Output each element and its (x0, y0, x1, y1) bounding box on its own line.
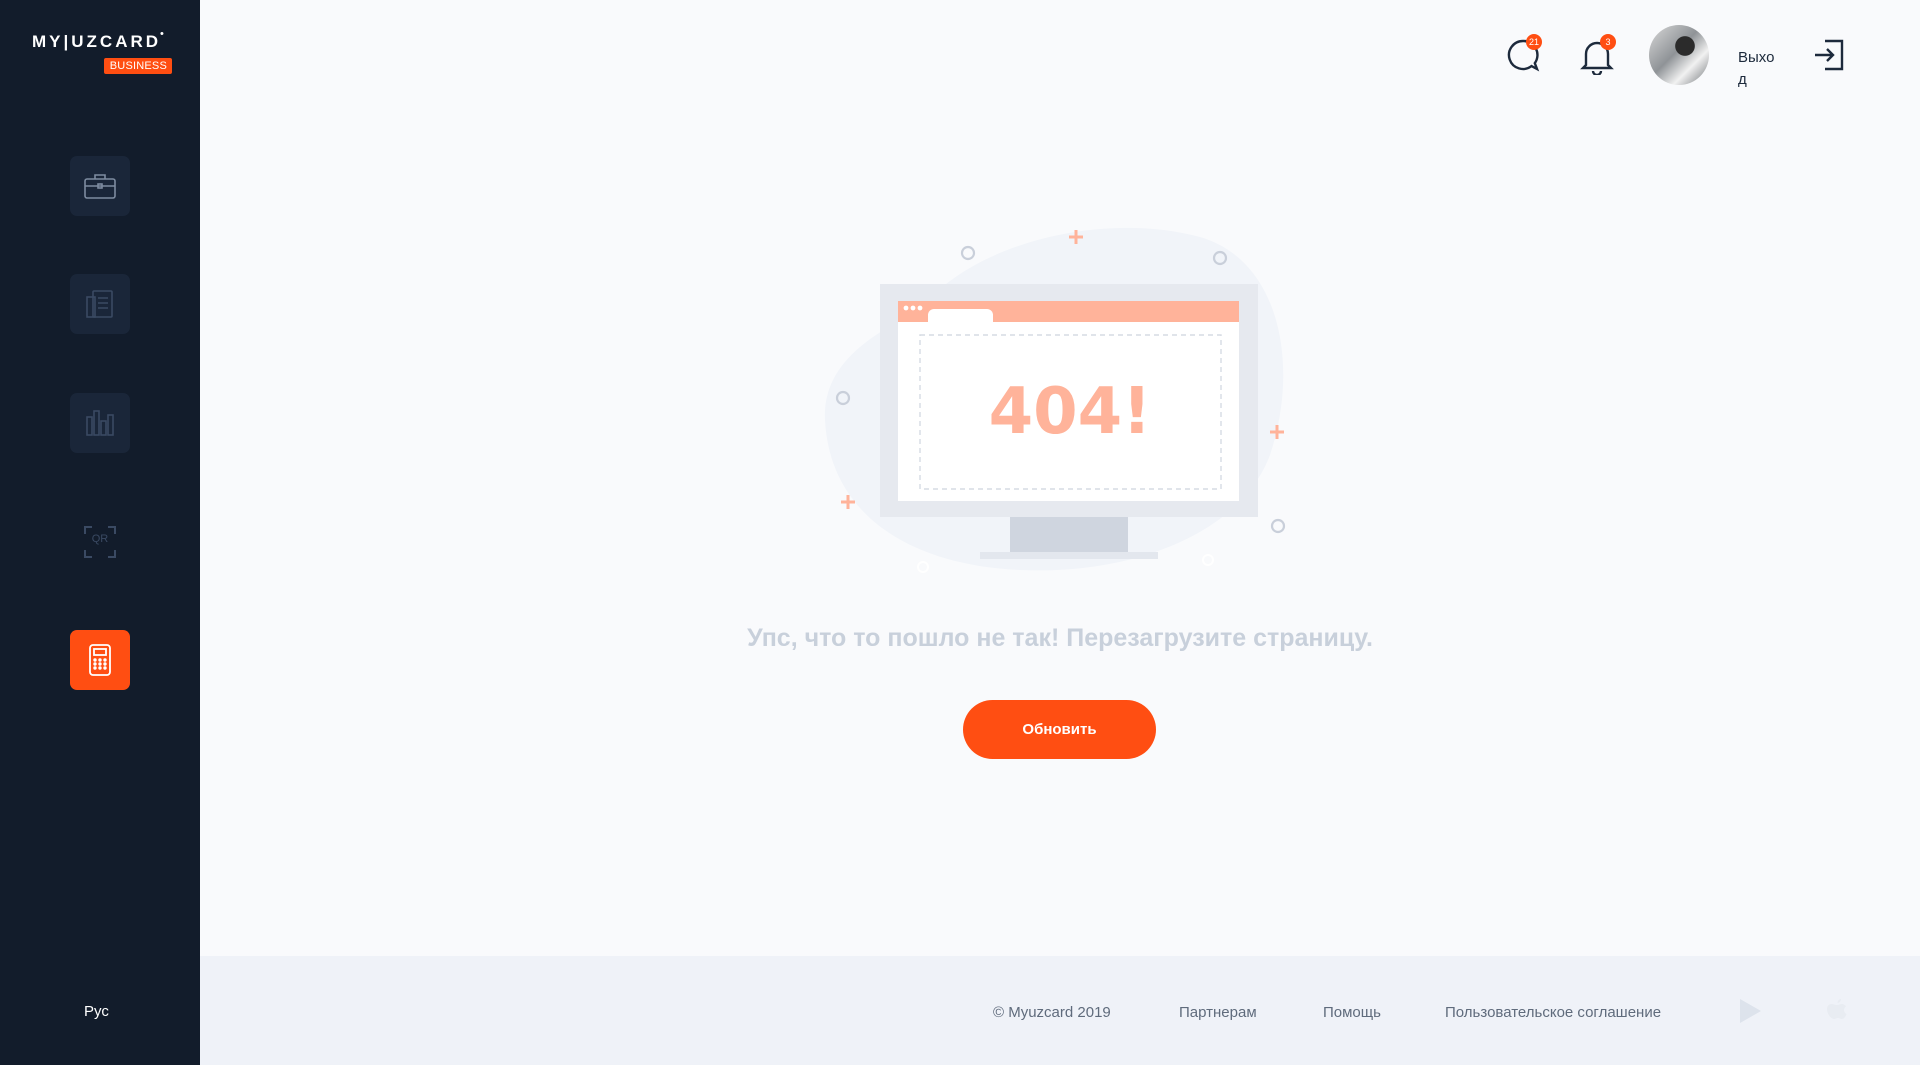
logout-icon (1815, 39, 1844, 71)
qr-label: QR (91, 533, 109, 545)
nav-item-qr[interactable]: QR (70, 512, 130, 572)
nav-item-wallet[interactable] (70, 156, 130, 216)
footer: © Myuzcard 2019 Партнерам Помощь Пользов… (200, 956, 1920, 1065)
nav-item-analytics[interactable] (70, 393, 130, 453)
refresh-button[interactable]: Обновить (963, 700, 1156, 759)
nav-item-documents[interactable] (70, 274, 130, 334)
footer-copyright: © Myuzcard 2019 (993, 1004, 1111, 1021)
notifications-button[interactable]: 3 (1580, 34, 1616, 80)
payment-terminal-icon (89, 644, 111, 676)
error-message: Упс, что то пошло не так! Перезагрузите … (747, 624, 1373, 652)
logo[interactable]: MY|UZCARD • BUSINESS (32, 28, 172, 78)
logo-text: MY|UZCARD (32, 32, 162, 51)
logo-mark: • (160, 28, 164, 40)
user-avatar[interactable] (1649, 25, 1709, 85)
footer-link-agreement[interactable]: Пользовательское соглашение (1445, 1004, 1661, 1021)
chat-count-badge: 21 (1526, 34, 1543, 50)
error-illustration: 404! (824, 227, 1286, 573)
sidebar: MY|UZCARD • BUSINESS QR Рус (0, 0, 200, 1065)
footer-link-partners[interactable]: Партнерам (1179, 1004, 1257, 1021)
documents-icon (86, 290, 113, 318)
apple-icon[interactable] (1826, 998, 1848, 1024)
chat-button[interactable]: 21 (1505, 34, 1543, 78)
notifications-count-badge: 3 (1600, 34, 1616, 50)
briefcase-icon (84, 174, 116, 199)
google-play-icon[interactable] (1738, 998, 1762, 1024)
logo-badge: BUSINESS (103, 58, 172, 74)
bar-chart-icon (86, 410, 114, 436)
logout-label[interactable]: Выход (1738, 47, 1782, 91)
logout-button[interactable] (1812, 38, 1846, 77)
footer-link-help[interactable]: Помощь (1323, 1004, 1381, 1021)
language-switcher[interactable]: Рус (84, 1003, 109, 1020)
nav-item-terminal[interactable] (70, 630, 130, 690)
error-code: 404! (989, 375, 1152, 449)
